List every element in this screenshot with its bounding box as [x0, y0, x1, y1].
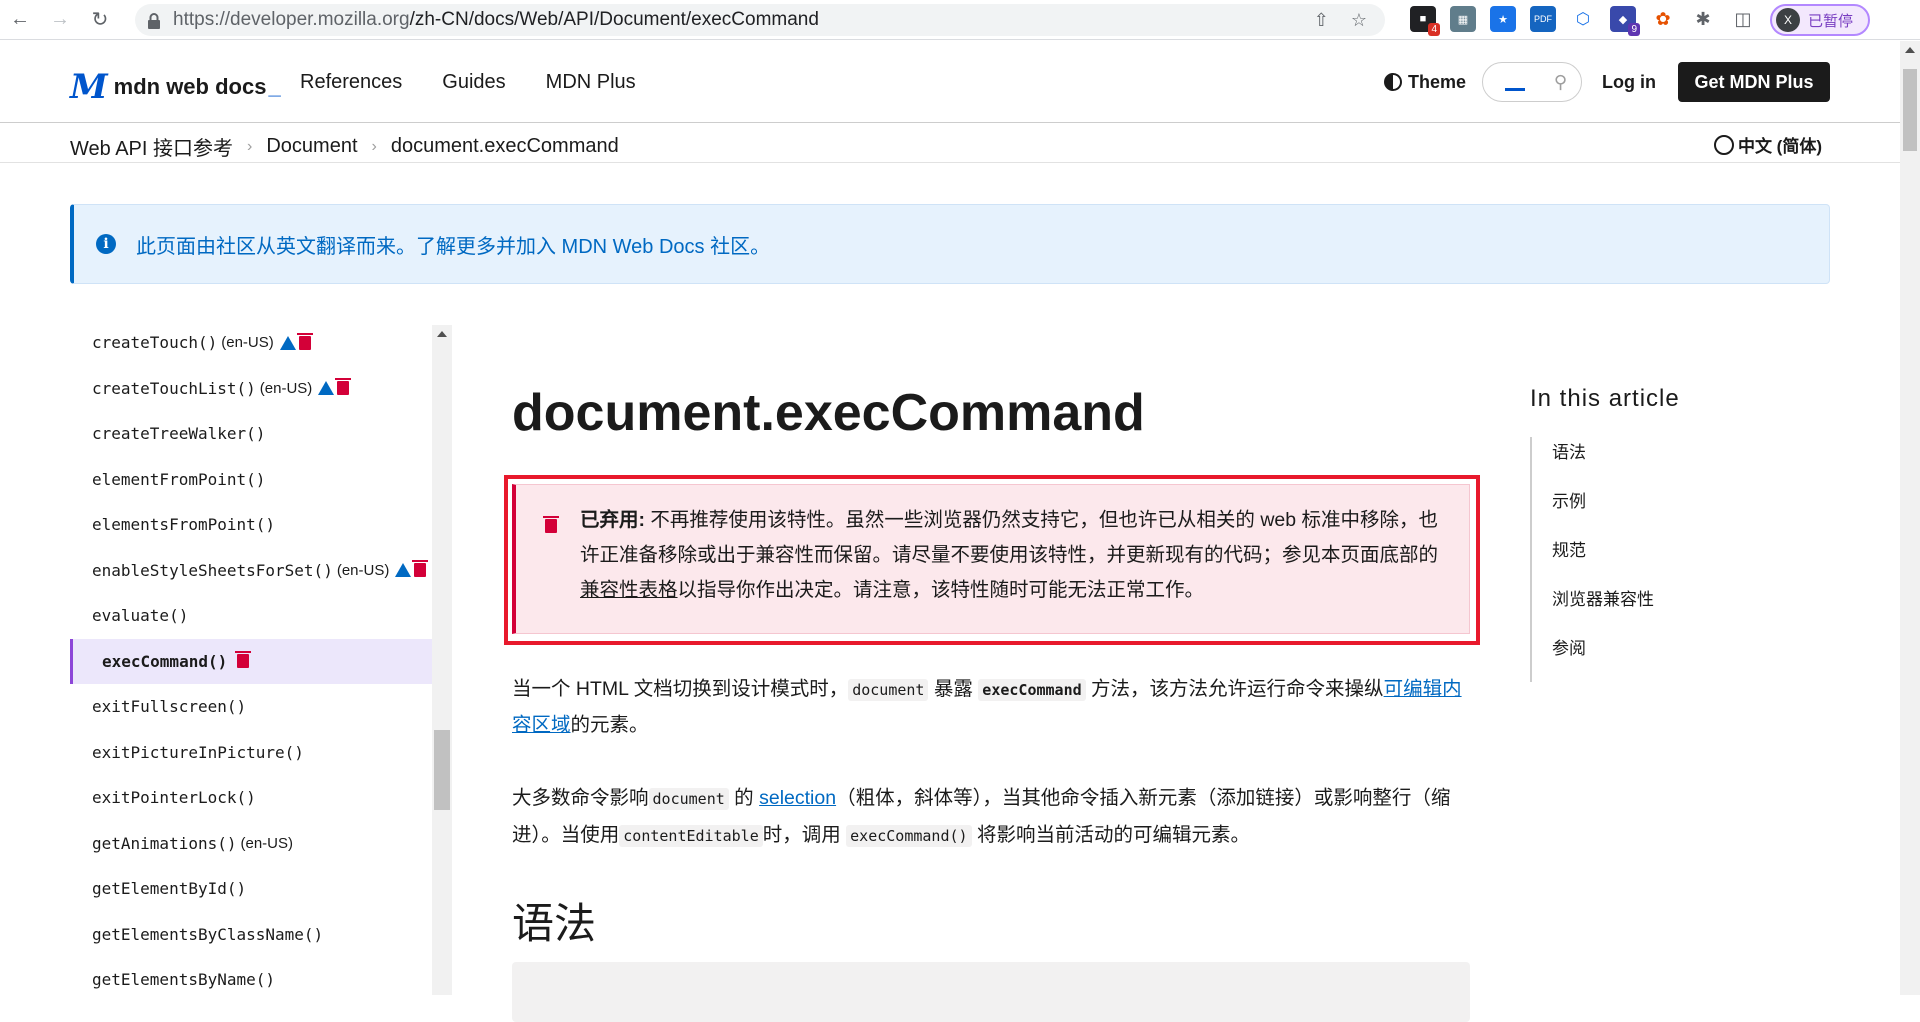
avatar: X — [1776, 8, 1800, 32]
sidebar-item[interactable]: getAnimations() (en-US) — [70, 821, 432, 867]
sidebar-item[interactable]: getElementById() — [70, 866, 432, 912]
nav-references[interactable]: References — [300, 71, 402, 94]
sidebar-item[interactable]: elementsFromPoint() — [70, 502, 432, 548]
language-switcher[interactable]: 中文 (简体) — [1713, 132, 1822, 157]
table-of-contents: In this article 语法 示例 规范 浏览器兼容性 参阅 — [1530, 385, 1680, 682]
chevron-right-icon: › — [247, 137, 253, 155]
info-icon: i — [96, 234, 116, 254]
bookmark-star-icon[interactable]: ☆ — [1351, 10, 1367, 31]
experimental-icon — [279, 335, 296, 350]
scroll-up-icon[interactable] — [437, 331, 447, 337]
site-header: M mdn web docs _ References Guides MDN P… — [0, 41, 1900, 123]
toc-item[interactable]: 规范 — [1552, 535, 1680, 584]
mdn-m-icon: M — [70, 67, 108, 107]
deprecated-trash-icon — [235, 651, 252, 669]
extension-2-icon[interactable]: ▦ — [1450, 6, 1476, 32]
top-nav: References Guides MDN Plus — [300, 71, 636, 94]
search-icon[interactable]: ⚲ — [1554, 72, 1567, 93]
reload-icon[interactable]: ↻ — [80, 0, 120, 40]
deprecated-trash-icon — [412, 560, 429, 578]
sidebar-item[interactable]: exitFullscreen() — [70, 684, 432, 730]
sidebar: createTouch() (en-US) createTouchList() (e… — [70, 320, 432, 995]
toc-title: In this article — [1530, 385, 1680, 412]
globe-icon — [1713, 134, 1734, 155]
sidebar-item[interactable]: createTouchList() (en-US) — [70, 366, 432, 412]
page-scrollbar[interactable] — [1900, 41, 1920, 995]
profile-status: 已暂停 — [1808, 12, 1854, 30]
selection-link[interactable]: selection — [759, 787, 836, 809]
search-input[interactable]: ⚲ — [1482, 62, 1583, 102]
get-mdn-plus-button[interactable]: Get MDN Plus — [1678, 62, 1830, 102]
theme-icon — [1383, 73, 1402, 91]
back-icon[interactable]: ← — [0, 0, 40, 40]
sidebar-item[interactable]: createTouch() (en-US) — [70, 320, 432, 366]
breadcrumb: Web API 接口参考 › Document › document.execC… — [70, 132, 619, 161]
scroll-up-icon[interactable] — [1905, 47, 1915, 53]
sidebar-item[interactable]: getElementsByClassName() — [70, 912, 432, 958]
deprecated-trash-icon — [296, 332, 313, 350]
address-bar[interactable]: https://developer.mozilla.org/zh-CN/docs… — [135, 4, 1385, 36]
forward-icon[interactable]: → — [40, 0, 80, 40]
page-title: document.execCommand — [512, 384, 1145, 442]
sidebar-item[interactable]: evaluate() — [70, 593, 432, 639]
sidebar-item[interactable]: elementFromPoint() — [70, 457, 432, 503]
translation-notice: i 此页面由社区从英文翻译而来。了解更多并加入 MDN Web Docs 社区。 — [70, 204, 1830, 284]
share-icon[interactable]: ⇧ — [1314, 10, 1329, 31]
details-paragraph: 大多数命令影响 document 的 selection（粗体，斜体等），当其他命… — [512, 787, 1451, 847]
section-heading-syntax: 语法 — [512, 900, 597, 947]
login-link[interactable]: Log in — [1602, 72, 1656, 93]
mdn-logo[interactable]: M mdn web docs _ — [70, 67, 281, 107]
nav-guides[interactable]: Guides — [442, 71, 505, 94]
side-panel-icon[interactable]: ◫ — [1730, 6, 1756, 32]
deprecated-trash-icon — [335, 378, 352, 396]
breadcrumb-document[interactable]: Document — [266, 135, 357, 158]
toc-item[interactable]: 参阅 — [1552, 633, 1680, 682]
breadcrumb-current[interactable]: document.execCommand — [391, 135, 619, 158]
url-text: https://developer.mozilla.org/zh-CN/docs… — [173, 9, 819, 30]
sidebar-item[interactable]: exitPointerLock() — [70, 775, 432, 821]
article: document.execCommand 已弃用: 不再推荐使用该特性。虽然一些… — [504, 320, 1480, 1022]
breadcrumb-bar: Web API 接口参考 › Document › document.execC… — [0, 124, 1900, 163]
extension-7-icon[interactable]: ✿ — [1650, 6, 1676, 32]
lock-icon — [147, 13, 161, 29]
sidebar-item[interactable]: createTreeWalker() — [70, 411, 432, 457]
extension-1-icon[interactable]: ■ 4 — [1410, 6, 1440, 36]
profile-button[interactable]: X 已暂停 — [1770, 4, 1870, 36]
breadcrumb-web-api[interactable]: Web API 接口参考 — [70, 132, 233, 161]
experimental-icon — [395, 563, 412, 578]
notice-text[interactable]: 此页面由社区从英文翻译而来。了解更多并加入 MDN Web Docs 社区。 — [136, 230, 770, 259]
extension-6-icon[interactable]: ◆ 9 — [1610, 6, 1640, 36]
intro-paragraph: 当一个 HTML 文档切换到设计模式时， document 暴露 execComm… — [512, 678, 1462, 736]
syntax-code-block — [512, 962, 1470, 1022]
sidebar-item[interactable]: enableStyleSheetsForSet() (en-US) — [70, 548, 432, 594]
sidebar-item[interactable]: exitPictureInPicture() — [70, 730, 432, 776]
sidebar-scrollbar[interactable] — [432, 325, 452, 995]
nav-mdn-plus[interactable]: MDN Plus — [546, 71, 636, 94]
theme-button[interactable]: Theme — [1383, 72, 1466, 93]
pdf-extension-icon[interactable]: PDF — [1530, 6, 1556, 32]
browser-toolbar: ← → ↻ https://developer.mozilla.org/zh-C… — [0, 0, 1920, 40]
cube-extension-icon[interactable]: ⬡ — [1570, 6, 1596, 32]
extensions-puzzle-icon[interactable]: ✱ — [1690, 6, 1716, 32]
extension-3-icon[interactable]: ★ — [1490, 6, 1516, 32]
experimental-icon — [318, 381, 335, 396]
chevron-right-icon: › — [371, 137, 377, 155]
toc-item[interactable]: 示例 — [1552, 486, 1680, 535]
toc-item[interactable]: 语法 — [1552, 437, 1680, 486]
sidebar-item[interactable]: getElementsByName() — [70, 957, 432, 995]
toc-item[interactable]: 浏览器兼容性 — [1552, 584, 1680, 633]
highlight-frame — [504, 475, 1480, 645]
sidebar-item-exec-command[interactable]: execCommand() — [70, 638, 432, 684]
